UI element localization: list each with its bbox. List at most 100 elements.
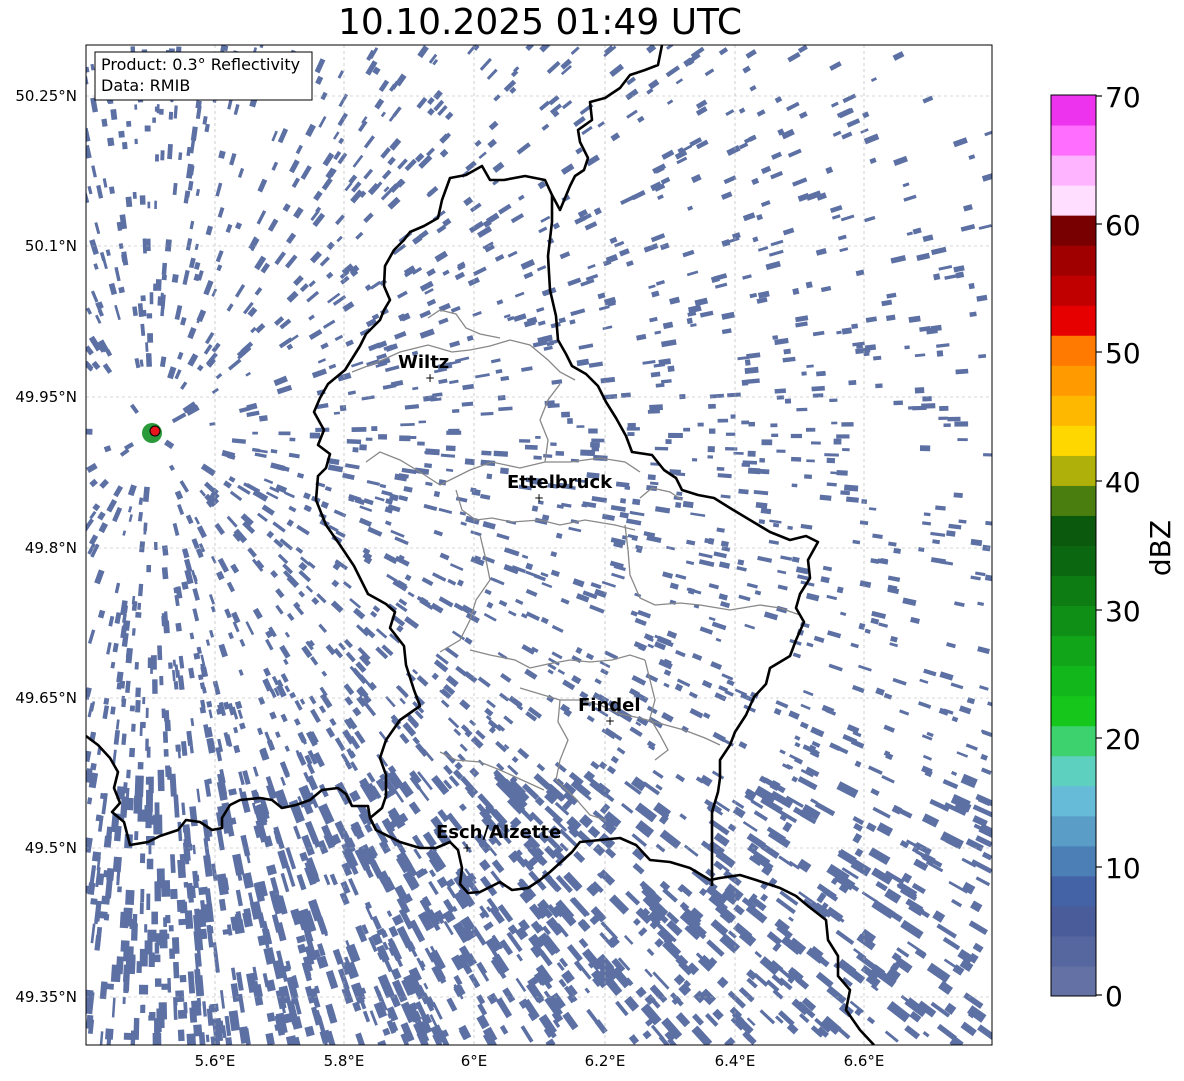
lat-tick-label: 49.95°N: [15, 388, 77, 406]
echo-cell: [164, 719, 171, 732]
city-label: Esch/Alzette: [436, 822, 561, 843]
lat-tick-label: 49.8°N: [25, 539, 77, 557]
colorbar-band: [1051, 395, 1096, 426]
echo-cell: [126, 769, 131, 779]
echo-cell: [126, 120, 132, 127]
colorbar-band: [1051, 155, 1096, 186]
data-source-label: Data: RMIB: [101, 76, 190, 95]
echo-cell: [119, 911, 130, 929]
echo-cell: [103, 913, 110, 921]
echo-cell: [904, 345, 910, 350]
city-marker-icon: +: [605, 714, 615, 728]
echo-cell: [168, 111, 174, 120]
echo-cell: [957, 438, 968, 442]
echo-cell: [115, 956, 124, 975]
echo-cell: [195, 100, 202, 109]
echo-cell: [129, 705, 136, 712]
echo-cell: [707, 446, 715, 453]
echo-cell: [154, 881, 162, 902]
echo-cell: [122, 996, 126, 1005]
echo-cell: [118, 286, 125, 294]
echo-cell: [196, 997, 202, 1007]
echo-cell: [774, 388, 787, 394]
echo-cell: [140, 888, 145, 903]
echo-cell: [561, 411, 571, 418]
colorbar-band: [1051, 935, 1096, 967]
echo-cell: [919, 445, 931, 452]
echo-cell: [105, 1028, 114, 1040]
echo-cell: [816, 370, 826, 377]
echo-cell: [665, 439, 672, 444]
echo-cell: [747, 450, 756, 457]
city-label: Wiltz: [398, 352, 449, 373]
echo-cell: [86, 428, 93, 435]
echo-cell: [717, 418, 729, 423]
echo-cell: [160, 150, 165, 161]
echo-cell: [433, 490, 441, 498]
echo-cell: [947, 416, 961, 422]
echo-cell: [161, 545, 169, 556]
echo-cell: [707, 455, 714, 459]
echo-cell: [183, 881, 189, 888]
echo-cell: [675, 501, 682, 508]
echo-cell: [131, 628, 136, 636]
colorbar-tick-label: 50: [1105, 337, 1141, 370]
echo-cell: [424, 462, 433, 469]
echo-cell: [543, 454, 553, 458]
echo-cell: [708, 428, 716, 434]
echo-cell: [708, 403, 716, 409]
echo-cell: [134, 104, 138, 110]
echo-cell: [805, 427, 816, 432]
lon-tick-label: 6.2°E: [585, 1052, 626, 1070]
echo-cell: [167, 143, 173, 160]
echo-cell: [184, 910, 194, 930]
colorbar-band: [1051, 215, 1096, 246]
echo-cell: [139, 722, 143, 736]
echo-cell: [134, 775, 144, 797]
echo-cell: [161, 567, 169, 580]
echo-cell: [150, 655, 157, 670]
echo-cell: [784, 398, 792, 404]
city-marker-icon: +: [425, 371, 435, 385]
colorbar-tick-label: 20: [1105, 723, 1141, 756]
lat-tick-label: 50.25°N: [15, 87, 77, 105]
echo-cell: [576, 425, 585, 428]
echo-cell: [161, 983, 170, 990]
colorbar-bands: [1051, 95, 1096, 997]
echo-cell: [912, 405, 927, 411]
echo-cell: [155, 154, 159, 162]
colorbar-band: [1051, 575, 1096, 607]
echo-cell: [676, 491, 683, 496]
echo-cell: [173, 961, 180, 979]
colorbar-band: [1051, 275, 1096, 306]
echo-cell: [445, 445, 456, 452]
echo-cell: [117, 886, 122, 893]
echo-cell: [848, 380, 857, 386]
echo-cell: [103, 697, 110, 705]
colorbar-band: [1051, 245, 1096, 276]
echo-cell: [138, 583, 144, 597]
echo-cell: [519, 439, 531, 443]
echo-cell: [747, 467, 761, 475]
echo-cell: [152, 117, 156, 123]
echo-cell: [783, 348, 791, 355]
echo-cell: [186, 1033, 197, 1045]
echo-cell: [836, 434, 850, 439]
echo-cell: [139, 948, 148, 967]
echo-cell: [151, 911, 159, 925]
echo-cell: [555, 450, 565, 456]
echo-cell: [152, 1032, 162, 1045]
echo-cell: [772, 335, 779, 340]
echo-cell: [933, 273, 941, 281]
echo-cell: [163, 749, 169, 757]
echo-cell: [153, 541, 158, 551]
echo-cell: [168, 925, 174, 932]
echo-cell: [175, 990, 185, 1003]
echo-cell: [170, 854, 176, 874]
colorbar-band: [1051, 635, 1096, 667]
colorbar-band: [1051, 545, 1096, 577]
echo-cell: [738, 488, 749, 495]
colorbar-band: [1051, 305, 1096, 336]
echo-cell: [649, 404, 663, 411]
echo-cell: [771, 433, 779, 438]
